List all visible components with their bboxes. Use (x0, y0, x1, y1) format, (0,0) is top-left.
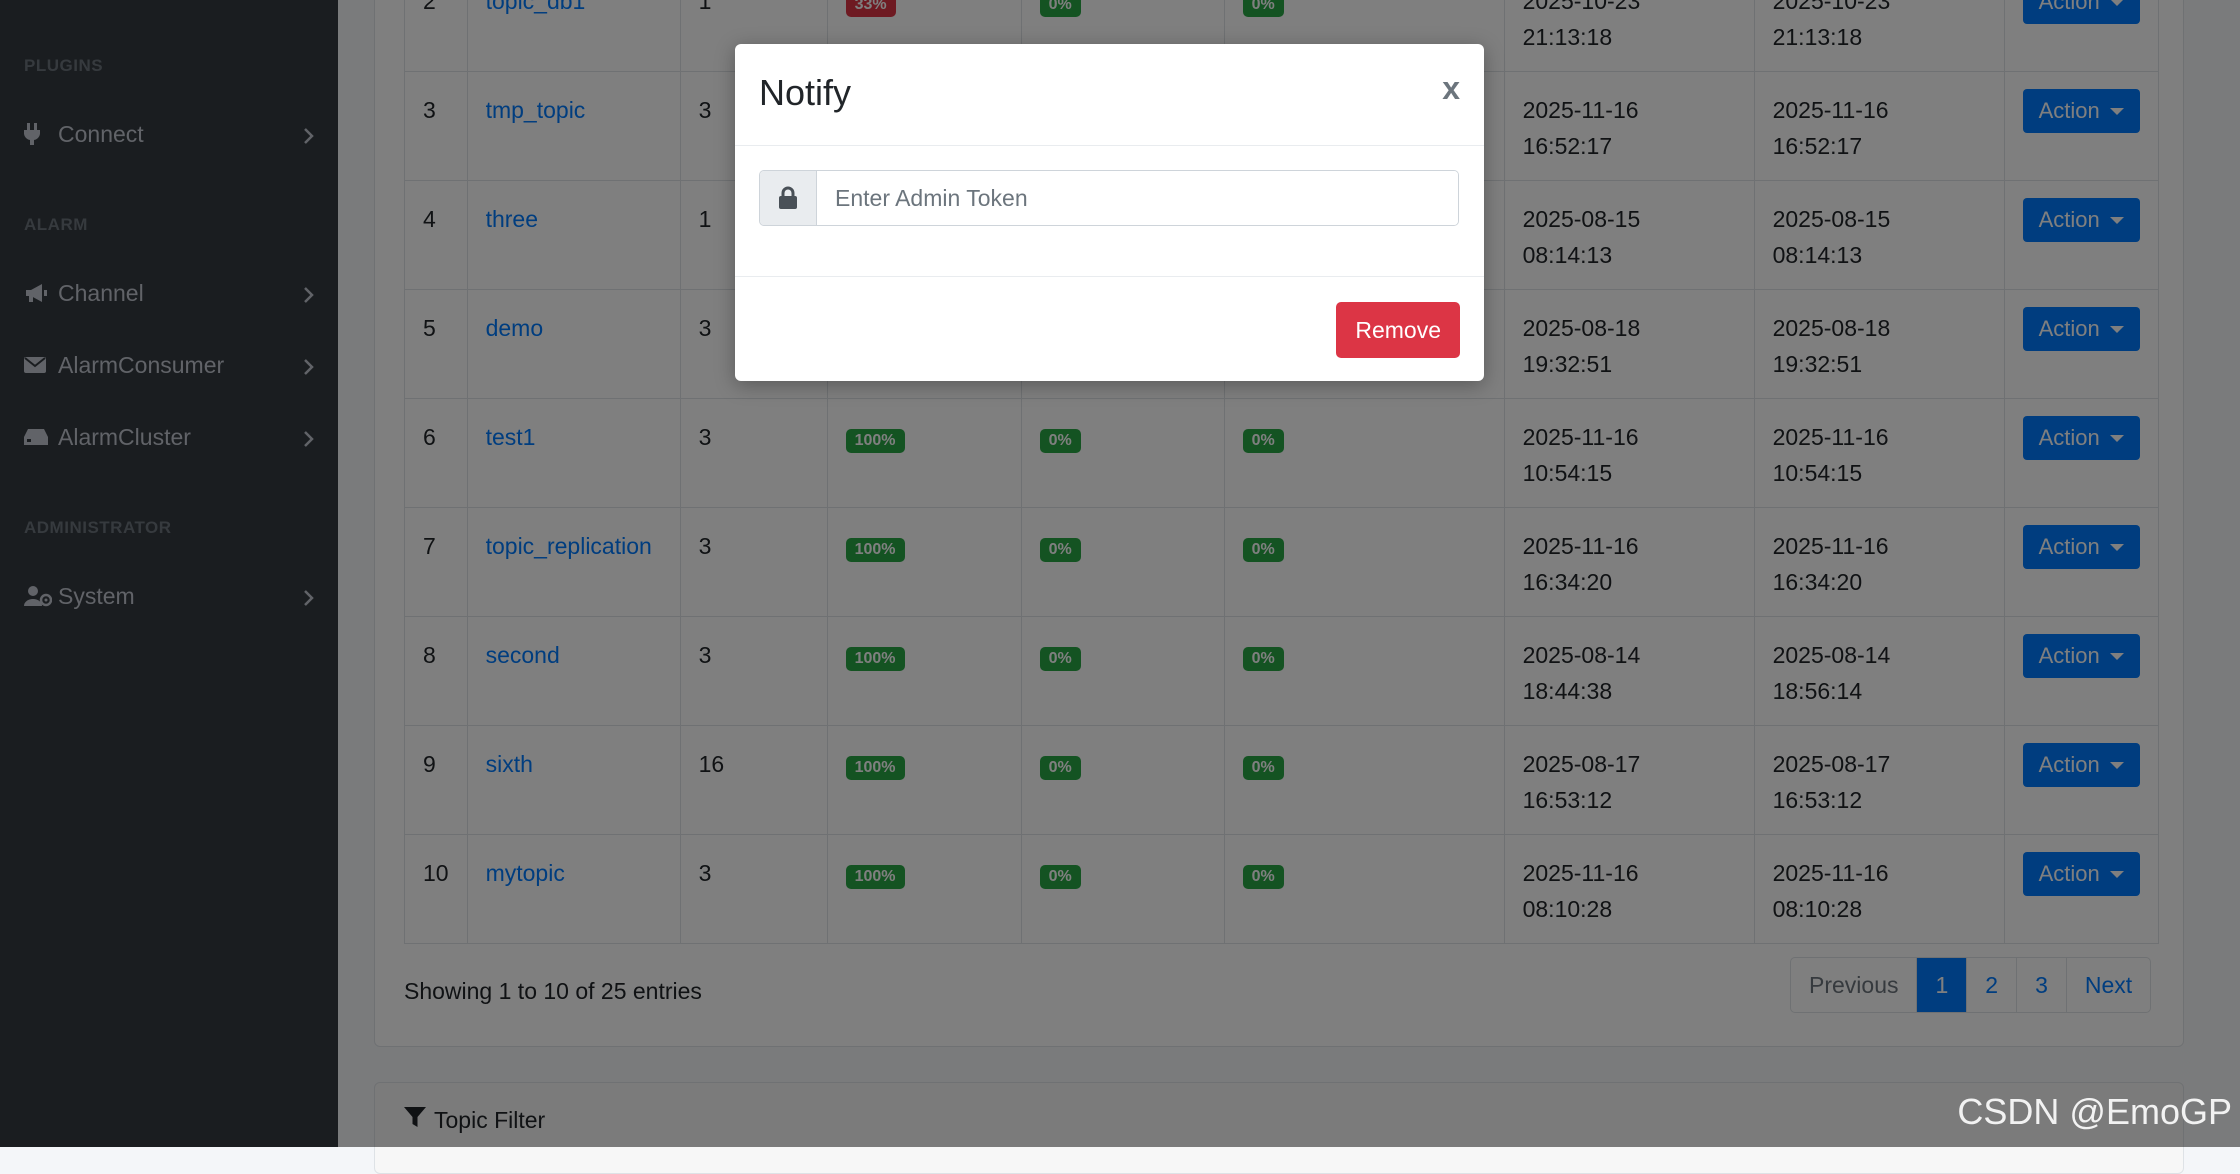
watermark: CSDN @EmoGP (1957, 1091, 2232, 1132)
modal-header: Notify x (735, 44, 1484, 146)
remove-button[interactable]: Remove (1336, 302, 1460, 358)
notify-modal: Notify x Remove (735, 44, 1484, 381)
modal-title: Notify (759, 72, 852, 113)
close-button[interactable]: x (1442, 70, 1460, 107)
modal-footer: Remove (735, 276, 1484, 381)
admin-token-input[interactable] (817, 171, 1458, 225)
lock-icon (760, 171, 817, 225)
admin-token-group (759, 170, 1459, 226)
